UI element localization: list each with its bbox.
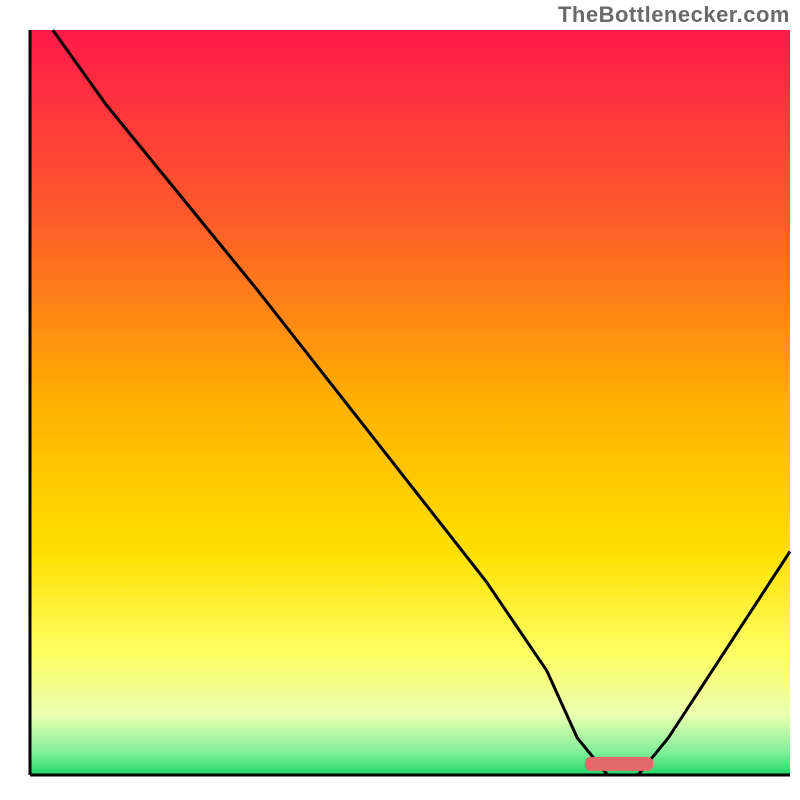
watermark-text: TheBottlenecker.com	[558, 2, 790, 28]
optimal-range-marker	[585, 757, 653, 771]
chart-root: TheBottlenecker.com	[0, 0, 800, 800]
plot-background	[30, 30, 790, 775]
bottleneck-chart	[0, 0, 800, 800]
